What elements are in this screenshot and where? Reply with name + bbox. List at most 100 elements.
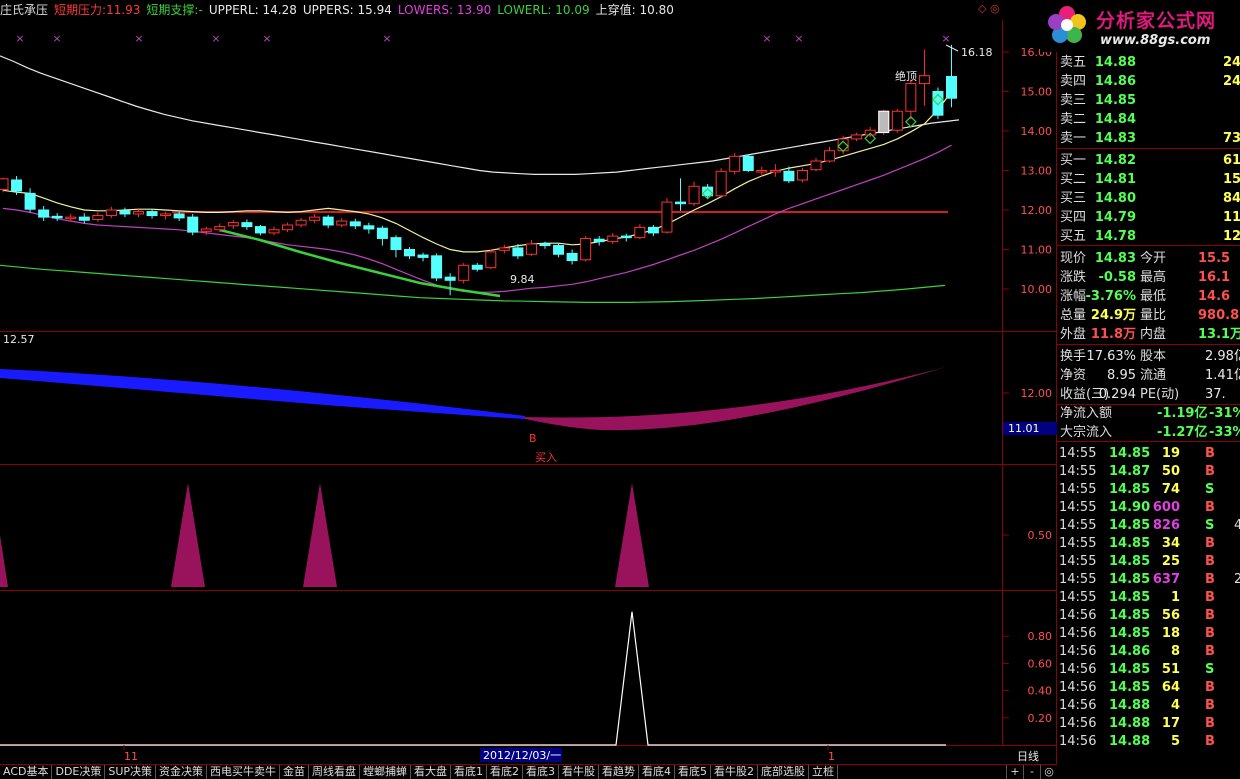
formula-tab[interactable]: 看底3 bbox=[523, 765, 560, 779]
quote-stat-row[interactable]: 总量 24.9万 量比 980.8 bbox=[1057, 306, 1240, 325]
indicator-title[interactable]: 庄氏承压 bbox=[0, 3, 48, 17]
buy-level-volume: 15 bbox=[1223, 172, 1240, 187]
quote-stat-row[interactable]: 涨幅 -3.76% 最低 14.6 bbox=[1057, 287, 1240, 306]
trend-ribbon-panel: 12.57 12.00 11.01 B 买入 bbox=[0, 333, 1057, 464]
tick-row[interactable]: 14:56 14.85 56 B bbox=[1057, 606, 1240, 625]
sell-level-row[interactable]: 卖三 14.85 bbox=[1057, 91, 1240, 110]
tick-row[interactable]: 14:55 14.85 637 B 2 bbox=[1057, 570, 1240, 589]
fund-flow-row[interactable]: 净流入额 -1.19亿-31% bbox=[1057, 404, 1240, 423]
sell-level-row[interactable]: 卖一 14.83 73 bbox=[1057, 129, 1240, 148]
signal-triangle bbox=[615, 483, 649, 587]
formula-tab[interactable]: 资金决策 bbox=[156, 765, 208, 779]
tick-price: 14.85 bbox=[1109, 536, 1151, 551]
tick-row[interactable]: 14:55 14.85 1 B bbox=[1057, 588, 1240, 607]
tick-row[interactable]: 14:56 14.85 18 B bbox=[1057, 624, 1240, 643]
buy-level-label: 买一 bbox=[1060, 153, 1087, 168]
stat-label: 外盘 bbox=[1060, 327, 1087, 342]
formula-tab[interactable]: SUP决策 bbox=[105, 765, 157, 779]
tick-flag: B bbox=[1205, 626, 1215, 641]
formula-tab[interactable]: 看趋势 bbox=[599, 765, 640, 779]
fund-flow-value: -1.19亿 bbox=[1157, 406, 1208, 421]
tab-scroll-button[interactable]: - bbox=[1023, 765, 1040, 779]
uppers-readout: UPPERS: 15.94 bbox=[302, 3, 392, 17]
tick-row[interactable]: 14:56 14.85 51 S bbox=[1057, 660, 1240, 679]
candle-body bbox=[918, 75, 930, 85]
tick-volume: 600 bbox=[1152, 500, 1180, 515]
formula-tab[interactable]: 螳螂捕蝉 bbox=[360, 765, 412, 779]
fund-flow-ratio: -33% bbox=[1209, 425, 1240, 440]
formula-tab[interactable]: ACD基本 bbox=[0, 765, 53, 779]
candle-body bbox=[769, 170, 781, 173]
tick-row[interactable]: 14:55 14.85 19 B bbox=[1057, 444, 1240, 463]
formula-tab[interactable]: 立桩 bbox=[809, 765, 839, 779]
tick-row[interactable]: 14:56 14.88 17 B bbox=[1057, 714, 1240, 733]
sell-level-row[interactable]: 卖五 14.88 24 bbox=[1057, 53, 1240, 72]
stat-label: 最低 bbox=[1140, 289, 1167, 304]
candle-body bbox=[946, 75, 957, 99]
formula-tab[interactable]: 看牛股2 bbox=[711, 765, 759, 779]
tab-scroll-button[interactable]: + bbox=[1006, 765, 1023, 779]
short-resist-label: 短期压力: bbox=[54, 3, 107, 17]
fund-flow-row[interactable]: 大宗流入 -1.27亿-33% bbox=[1057, 423, 1240, 442]
quote-stat-row[interactable]: 涨跌 -0.58 最高 16.1 bbox=[1057, 268, 1240, 287]
formula-tab[interactable]: 看底5 bbox=[675, 765, 712, 779]
sell-level-row[interactable]: 卖四 14.86 24 bbox=[1057, 72, 1240, 91]
formula-tab[interactable]: 看大盘 bbox=[411, 765, 452, 779]
stat-value: 11.8万 bbox=[1090, 327, 1136, 342]
tick-row[interactable]: 14:55 14.90 600 B bbox=[1057, 498, 1240, 517]
buy-level-row[interactable]: 买一 14.82 61 bbox=[1057, 151, 1240, 170]
sell-level-price: 14.83 bbox=[1094, 131, 1136, 146]
formula-tab[interactable]: 看牛股 bbox=[559, 765, 600, 779]
formula-tab[interactable]: 西电买牛卖牛 bbox=[207, 765, 281, 779]
stat-label: 最高 bbox=[1140, 270, 1167, 285]
fundamental-row[interactable]: 换手17.63% 股本 2.98亿 bbox=[1057, 347, 1240, 366]
tick-row[interactable]: 14:5914.832507 bbox=[1057, 750, 1240, 752]
ribbon-tick-label: 12.00 bbox=[1021, 387, 1053, 400]
candle-body bbox=[160, 213, 172, 217]
sell-level-price: 14.86 bbox=[1094, 74, 1136, 89]
formula-tab[interactable]: 看底2 bbox=[487, 765, 524, 779]
fund-flow-ratio: -31% bbox=[1209, 406, 1240, 421]
sell-marker-icon: × bbox=[211, 32, 220, 45]
buy-level-row[interactable]: 买三 14.80 84 bbox=[1057, 189, 1240, 208]
formula-tab[interactable]: DDE决策 bbox=[52, 765, 106, 779]
tick-row[interactable]: 14:55 14.87 50 B bbox=[1057, 462, 1240, 481]
chart-canvas[interactable]: 16.0015.0014.0013.0012.0011.0010.00 × × × ×… bbox=[0, 0, 1240, 779]
formula-tab[interactable]: 周线看盘 bbox=[309, 765, 361, 779]
tick-time: 14:56 bbox=[1059, 608, 1097, 623]
quote-panel: 卖五 14.88 24 卖四 14.86 24 卖三 14.85 卖二 14.84 卖一 14.83 7… bbox=[1057, 52, 1240, 752]
stat-value: -3.76% bbox=[1085, 289, 1137, 304]
tick-row[interactable]: 14:56 14.88 4 B bbox=[1057, 696, 1240, 715]
quote-stat-row[interactable]: 现价 14.83 今开 15.5 bbox=[1057, 249, 1240, 268]
tick-row[interactable]: 14:55 14.85 826 S 4 bbox=[1057, 516, 1240, 535]
tick-row[interactable]: 14:56 14.88 5 B bbox=[1057, 732, 1240, 751]
buy-level-row[interactable]: 买四 14.79 11 bbox=[1057, 208, 1240, 227]
buy-level-row[interactable]: 买二 14.81 15 bbox=[1057, 170, 1240, 189]
tick-price: 14.85 bbox=[1109, 482, 1151, 497]
formula-tab[interactable]: 看底4 bbox=[639, 765, 676, 779]
quote-stat-row[interactable]: 外盘 11.8万 内盘 13.1万 bbox=[1057, 325, 1240, 344]
min-price-label: 9.84 bbox=[510, 273, 535, 286]
tab-scroll-button[interactable]: ◎ bbox=[1040, 765, 1057, 779]
buy-level-volume: 61 bbox=[1223, 153, 1240, 168]
indicator-header: 庄氏承压 短期压力:11.93 短期支撑:- UPPERL: 14.28 UPPERS:… bbox=[0, 0, 680, 20]
tick-row[interactable]: 14:56 14.86 8 B bbox=[1057, 642, 1240, 661]
buy-level-row[interactable]: 买五 14.78 12 bbox=[1057, 227, 1240, 246]
tick-row[interactable]: 14:55 14.85 74 S bbox=[1057, 480, 1240, 499]
formula-tab[interactable]: 底部选股 bbox=[758, 765, 810, 779]
site-logo: 分析家公式网 www.88gs.com bbox=[1040, 0, 1240, 52]
formula-tab[interactable]: 看底1 bbox=[451, 765, 488, 779]
fundamental-row[interactable]: 收益(三) 0.294 PE(动) 37. bbox=[1057, 385, 1240, 404]
sell-marker-icon: × bbox=[794, 32, 803, 45]
tick-row[interactable]: 14:55 14.85 25 B bbox=[1057, 552, 1240, 571]
fundamental-row[interactable]: 净资 8.95 流通 1.41亿 bbox=[1057, 366, 1240, 385]
window-controls[interactable]: ◇ ◎ bbox=[978, 2, 1000, 15]
sell-level-row[interactable]: 卖二 14.84 bbox=[1057, 110, 1240, 129]
candle-body bbox=[404, 249, 415, 257]
stat-value: 15.5 bbox=[1198, 251, 1231, 266]
tick-row[interactable]: 14:56 14.85 64 B bbox=[1057, 678, 1240, 697]
formula-tab[interactable]: 金苗 bbox=[280, 765, 310, 779]
candle-body bbox=[675, 201, 686, 205]
long-support-line bbox=[0, 264, 946, 303]
tick-row[interactable]: 14:55 14.85 34 B bbox=[1057, 534, 1240, 553]
